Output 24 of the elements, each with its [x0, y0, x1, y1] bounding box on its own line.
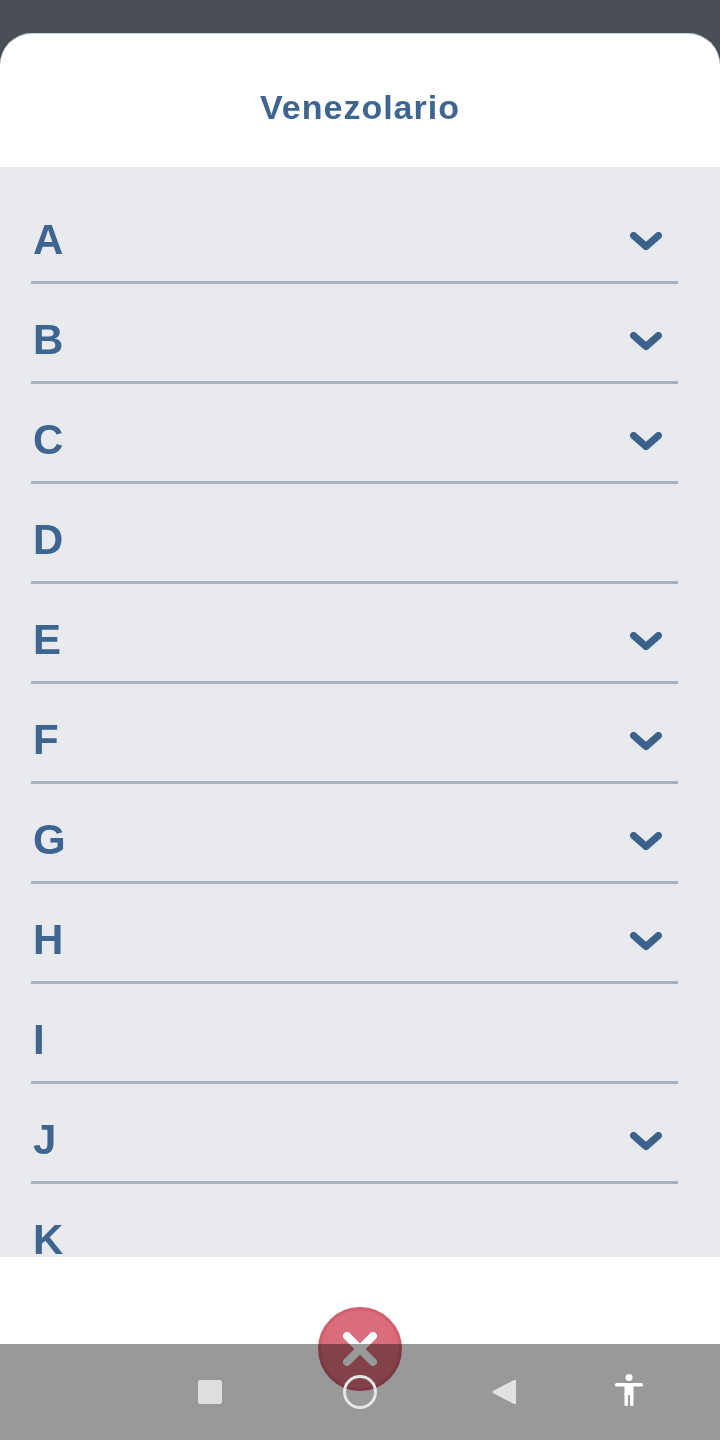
letter-section-header: D — [31, 484, 678, 584]
dialog-title: Venezolario — [260, 86, 460, 127]
letter-section-header[interactable]: G — [31, 784, 678, 884]
chevron-down-icon — [630, 632, 662, 651]
chevron-down-icon — [630, 1132, 662, 1151]
letter-section-header[interactable]: A — [31, 184, 678, 284]
letter-section-header[interactable]: E — [31, 584, 678, 684]
chevron-down-icon — [630, 732, 662, 751]
letter-section-header[interactable]: B — [31, 284, 678, 384]
letter-section-header[interactable]: F — [31, 684, 678, 784]
close-icon — [343, 1332, 377, 1366]
letter-section-header: I — [31, 984, 678, 1084]
letter-section-header[interactable]: H — [31, 884, 678, 984]
chevron-down-icon — [630, 932, 662, 951]
chevron-down-icon — [630, 232, 662, 251]
circle-icon[interactable] — [343, 1375, 377, 1409]
letter-section-header: K — [31, 1184, 678, 1257]
letter-section-header[interactable]: J — [31, 1084, 678, 1184]
chevron-down-icon — [630, 332, 662, 351]
chevron-down-icon — [630, 832, 662, 851]
back-icon[interactable] — [492, 1379, 516, 1405]
person-icon[interactable] — [615, 1374, 643, 1406]
letter-section-header[interactable]: C — [31, 384, 678, 484]
chevron-down-icon — [630, 432, 662, 451]
